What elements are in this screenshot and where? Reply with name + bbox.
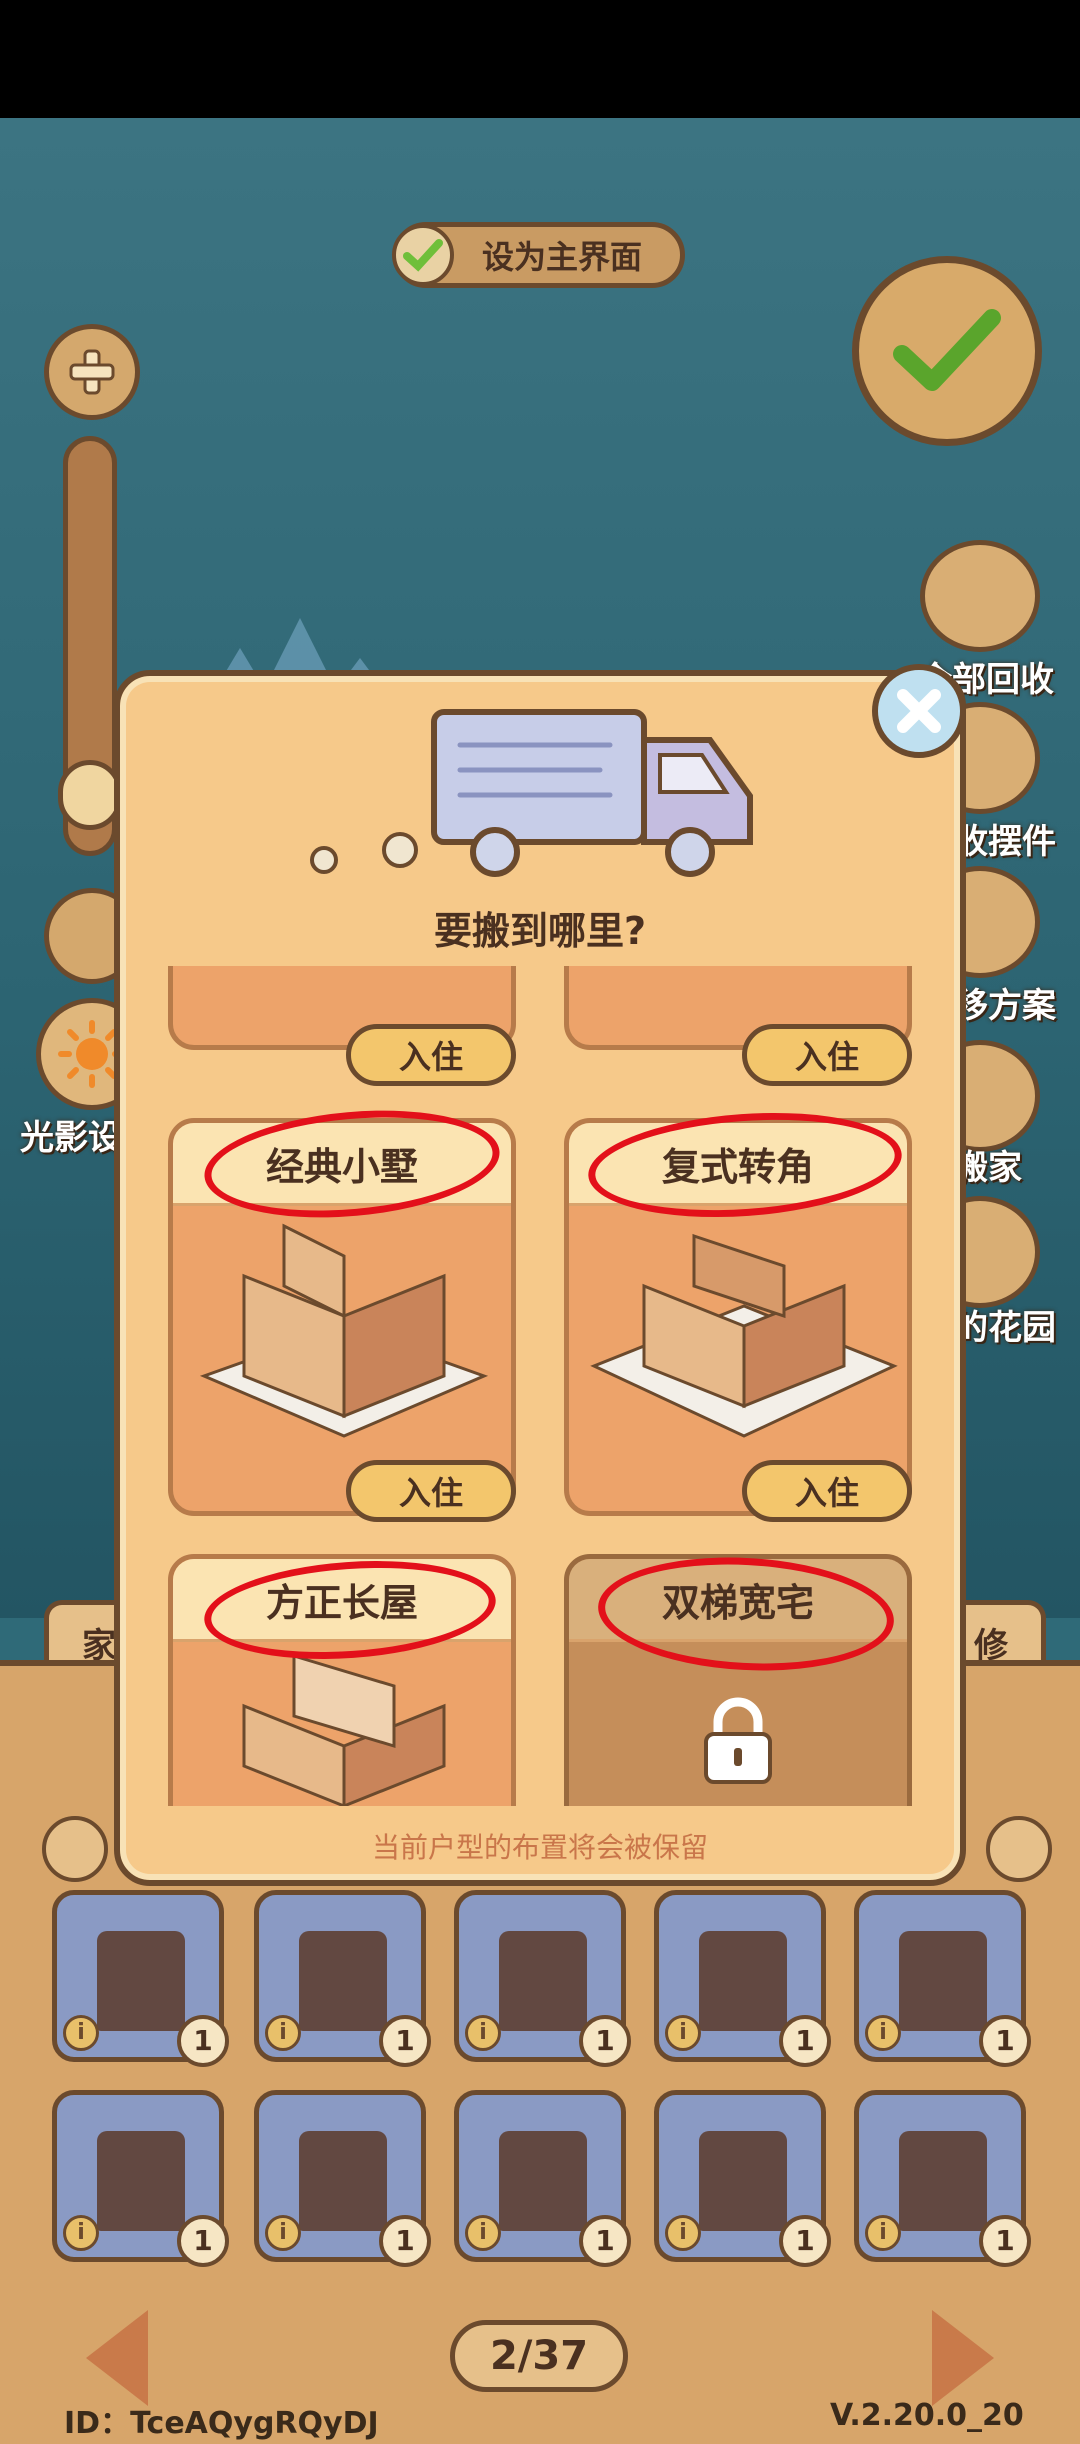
telescope-icon [299,1931,387,2031]
sofa-icon [97,1931,185,2031]
inventory-item[interactable]: i1 [52,1890,229,2067]
info-icon[interactable]: i [465,2215,501,2251]
inventory-item[interactable]: i1 [454,1890,631,2067]
mirror-icon [699,1931,787,2031]
moving-truck-icon [310,709,753,877]
inventory-item[interactable]: i1 [454,2090,631,2267]
dialog-title: 要搬到哪里? [433,909,647,953]
info-icon[interactable]: i [465,2015,501,2051]
info-icon[interactable]: i [63,2215,99,2251]
lamp-post-icon [499,1931,587,2031]
set-main-label: 设为主界面 [482,238,643,276]
item-count-badge: 1 [979,2015,1031,2067]
house-model-icon [199,1223,489,1438]
inventory-item[interactable]: i1 [854,1890,1031,2067]
shelf-icon [97,2131,185,2231]
item-count-badge: 1 [779,2015,831,2067]
close-icon [897,689,941,733]
peacock-statue-icon [699,2131,787,2231]
zoom-in-button[interactable] [44,324,140,420]
garden-label: 的花园 [954,1308,1056,1348]
info-icon[interactable]: i [665,2215,701,2251]
close-button[interactable] [872,664,966,758]
plus-icon [69,349,115,395]
player-id: ID：TceAQygRQyDJ [64,2406,379,2441]
display-case-icon [899,1931,987,2031]
confirm-button[interactable] [852,256,1042,446]
info-icon[interactable]: i [865,2015,901,2051]
info-icon[interactable]: i [265,2015,301,2051]
info-icon[interactable]: i [665,2015,701,2051]
globe-icon [299,2131,387,2231]
checkmark-icon [392,224,454,286]
move-in-button[interactable]: 入住 [346,1024,516,1086]
status-bar [0,0,1080,118]
recycle-all-button[interactable] [920,540,1040,652]
dialog-note: 当前户型的布置将会被保留 [371,1831,708,1864]
item-count-badge: 1 [979,2215,1031,2267]
item-count-badge: 1 [379,2015,431,2067]
light-shadow-label: 光影设 [20,1118,122,1158]
zoom-slider-thumb[interactable] [58,760,122,830]
inventory-item[interactable]: i1 [654,2090,831,2267]
house-model-icon [590,1233,898,1438]
info-icon[interactable]: i [865,2215,901,2251]
info-icon[interactable]: i [63,2015,99,2051]
move-in-button[interactable]: 入住 [346,1460,516,1522]
inventory-item[interactable]: i1 [654,1890,831,2067]
house-list[interactable]: 入住 入住 经典小墅 入住 复式转角 入住 方正长屋 双梯宽宅 [164,966,916,1806]
sort-icon[interactable] [986,1816,1052,1882]
store-decor-label: 收摆件 [954,822,1056,862]
inventory-item[interactable]: i1 [52,2090,229,2267]
item-count-badge: 1 [177,2015,229,2067]
item-count-badge: 1 [779,2215,831,2267]
info-icon[interactable]: i [265,2215,301,2251]
page-indicator: 2/37 [450,2320,628,2392]
item-count-badge: 1 [379,2215,431,2267]
next-page-arrow-icon[interactable] [932,2310,994,2406]
item-count-badge: 1 [579,2215,631,2267]
grandfather-clock-icon [499,2131,587,2231]
prev-page-arrow-icon[interactable] [86,2310,148,2406]
version-label: V.2.20.0_20 [830,2398,1024,2433]
layout-plan-label: 移方案 [954,986,1056,1026]
item-count-badge: 1 [579,2015,631,2067]
house-model-icon [242,1653,446,1806]
gothic-chair-icon [899,2131,987,2231]
move-in-button[interactable]: 入住 [742,1460,912,1522]
set-main-screen-toggle[interactable]: 设为主界面 [392,222,685,288]
inventory-item[interactable]: i1 [254,2090,431,2267]
search-icon[interactable] [42,1816,108,1882]
lock-icon [704,1697,772,1784]
item-count-badge: 1 [177,2215,229,2267]
inventory-item[interactable]: i1 [854,2090,1031,2267]
checkmark-icon [893,309,1001,391]
inventory-item[interactable]: i1 [254,1890,431,2067]
move-in-button[interactable]: 入住 [742,1024,912,1086]
